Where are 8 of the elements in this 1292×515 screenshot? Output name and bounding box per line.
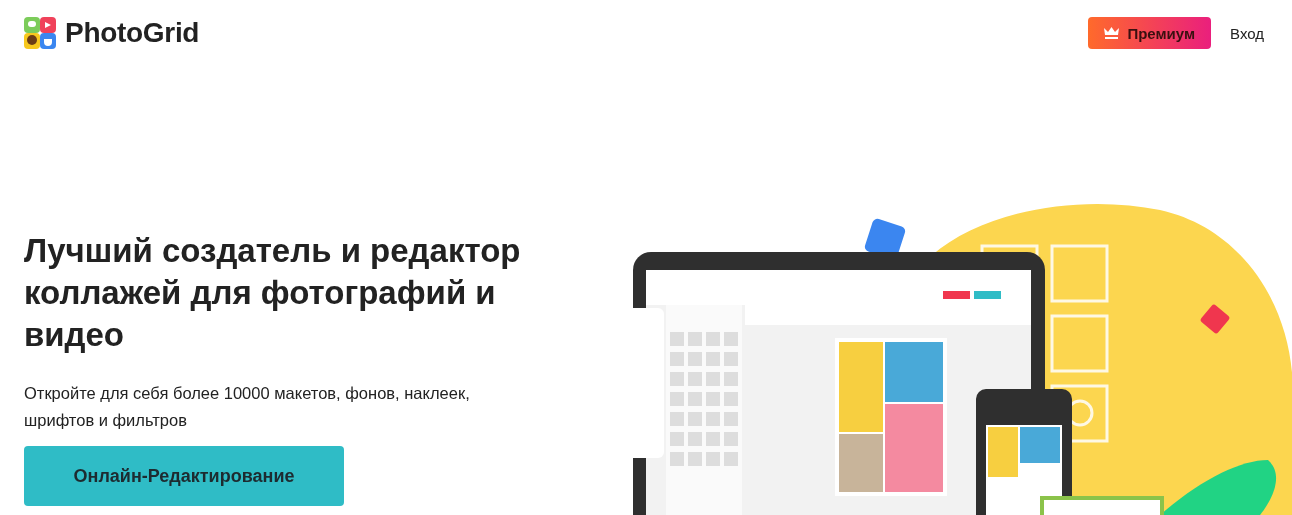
premium-button[interactable]: Премиум xyxy=(1088,17,1212,49)
hero-title: Лучший создатель и редактор коллажей для фотографий и видео xyxy=(24,231,522,355)
crown-icon xyxy=(1104,27,1120,39)
login-link[interactable]: Вход xyxy=(1230,24,1264,42)
logo-icon xyxy=(24,17,56,49)
hero-subtitle: Откройте для себя более 10000 макетов, фонов, наклеек, шрифтов и фильтров xyxy=(24,383,471,431)
online-editing-button[interactable]: Онлайн-Редактирование xyxy=(24,446,344,506)
logo-text: PhotoGrid xyxy=(65,17,200,49)
